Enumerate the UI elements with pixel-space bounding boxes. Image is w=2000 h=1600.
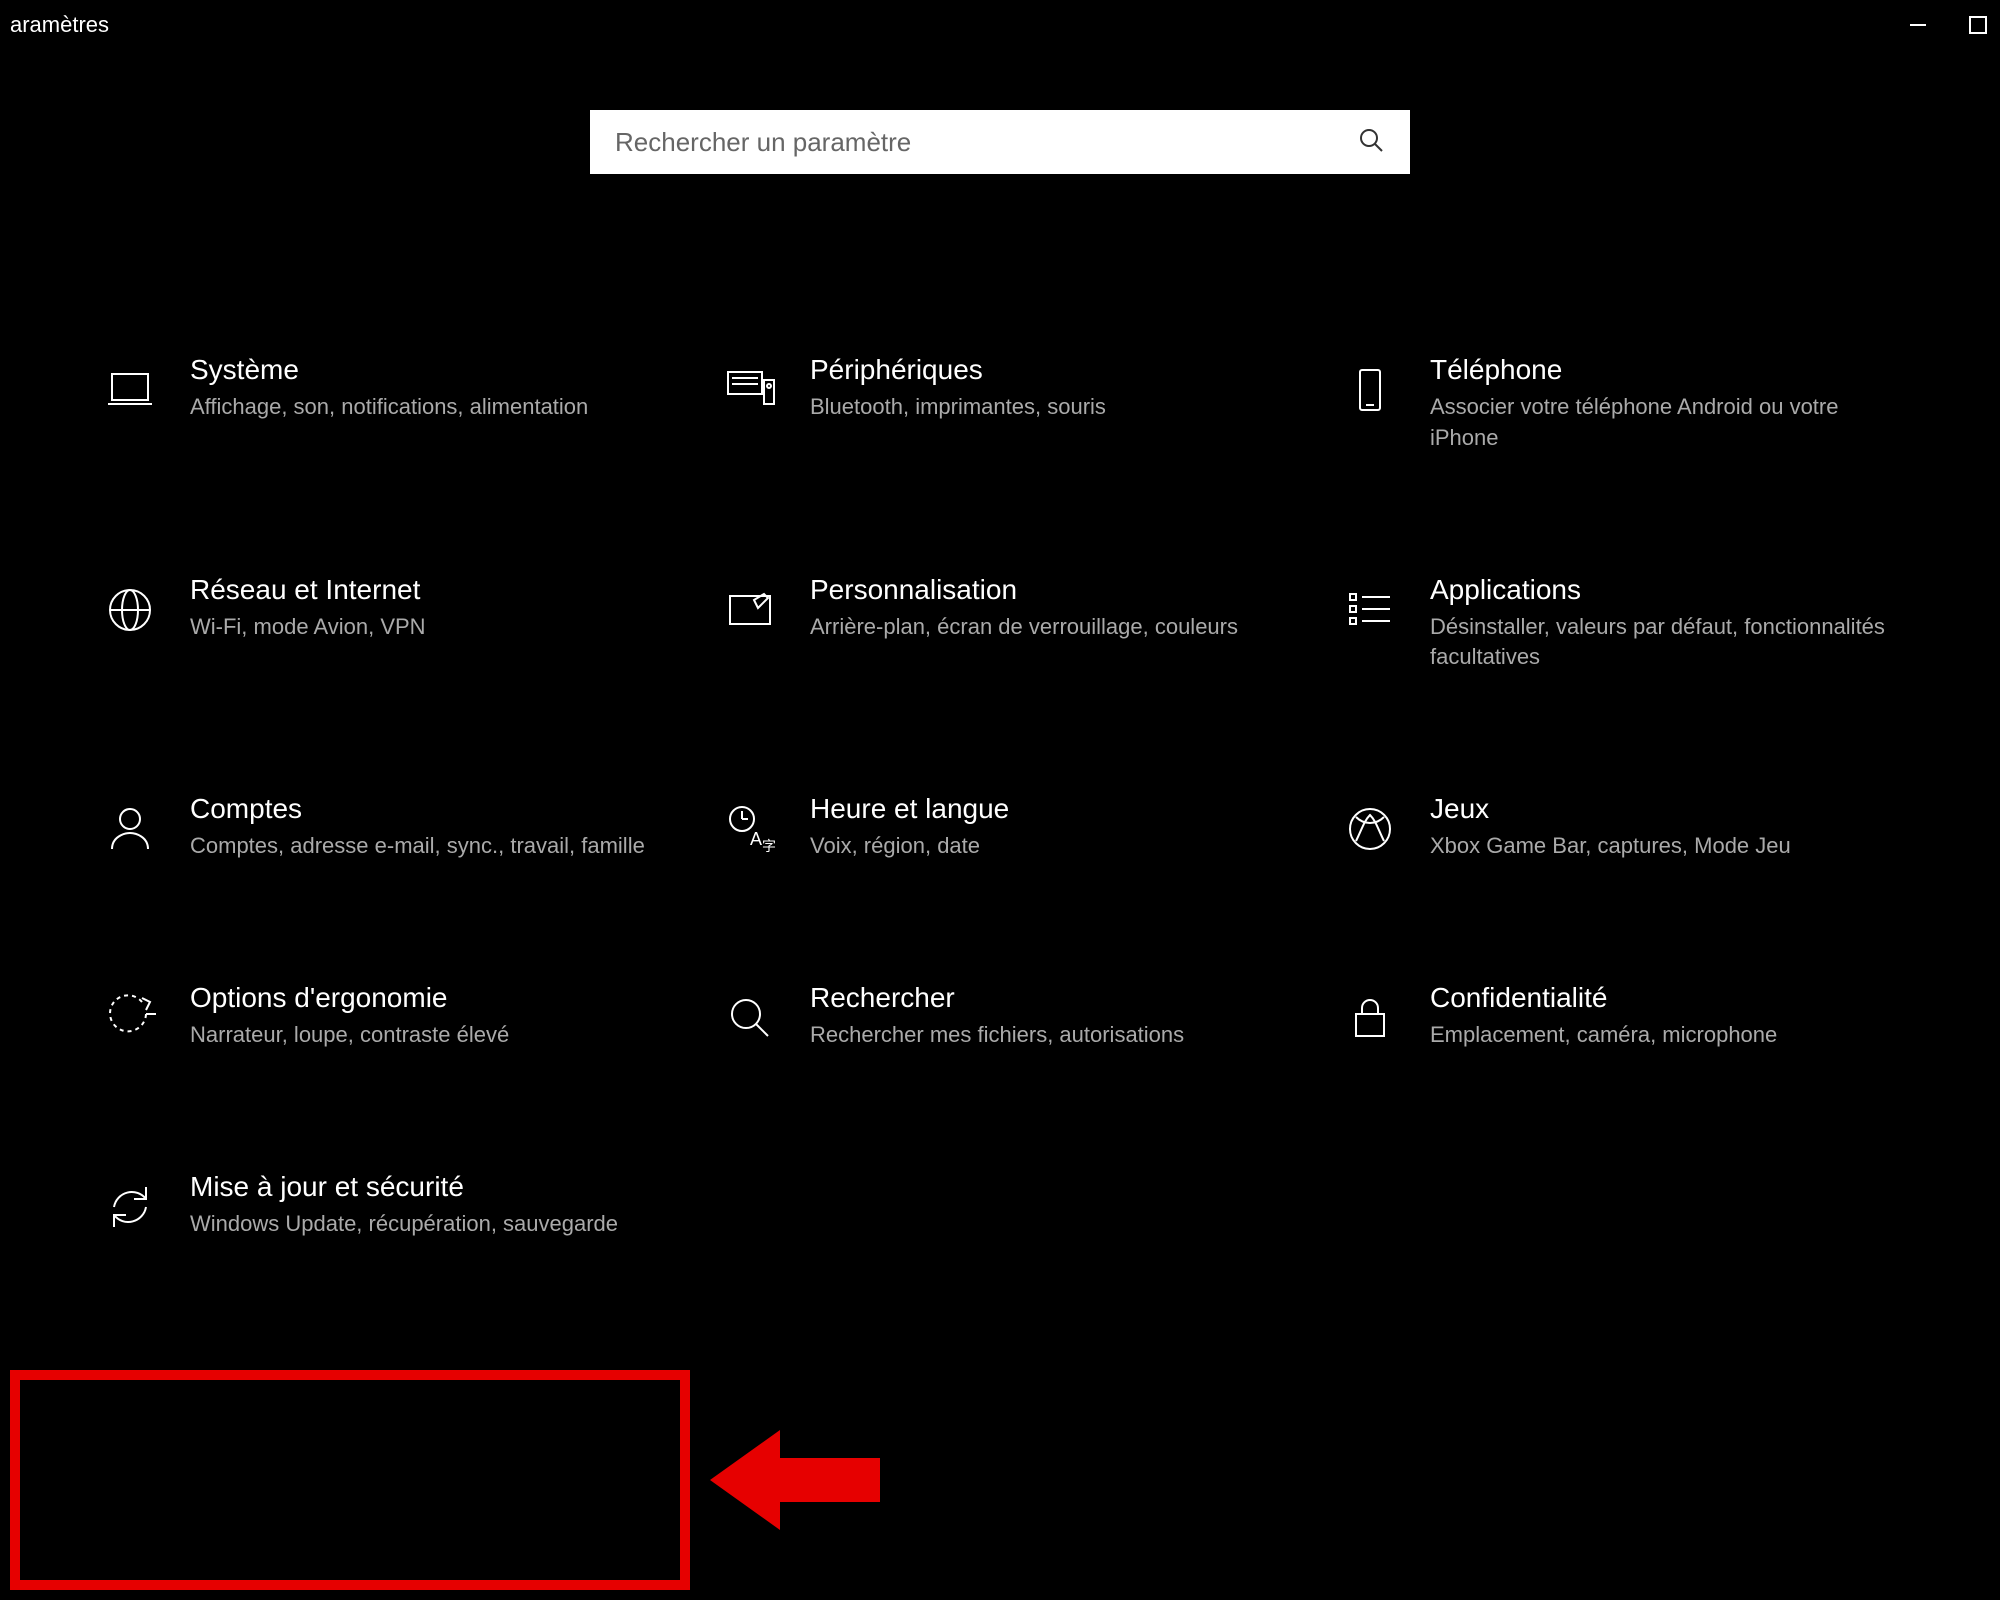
category-desc: Arrière-plan, écran de verrouillage, cou… <box>810 612 1280 643</box>
highlight-annotation <box>10 1370 690 1590</box>
category-title: Jeux <box>1430 793 1900 825</box>
globe-icon <box>100 580 160 640</box>
category-title: Personnalisation <box>810 574 1280 606</box>
category-accounts[interactable]: Comptes Comptes, adresse e-mail, sync., … <box>100 793 660 862</box>
category-desc: Windows Update, récupération, sauvegarde <box>190 1209 660 1240</box>
category-title: Téléphone <box>1430 354 1900 386</box>
category-title: Heure et langue <box>810 793 1280 825</box>
category-title: Comptes <box>190 793 660 825</box>
magnifier-icon <box>720 988 780 1048</box>
apps-icon <box>1340 580 1400 640</box>
category-desc: Xbox Game Bar, captures, Mode Jeu <box>1430 831 1900 862</box>
time-lang-icon: A字 <box>720 799 780 859</box>
person-icon <box>100 799 160 859</box>
window-controls <box>1906 13 1990 37</box>
maximize-button[interactable] <box>1966 13 1990 37</box>
category-phone[interactable]: Téléphone Associer votre téléphone Andro… <box>1340 354 1900 454</box>
lock-icon <box>1340 988 1400 1048</box>
category-time-language[interactable]: A字 Heure et langue Voix, région, date <box>720 793 1280 862</box>
category-privacy[interactable]: Confidentialité Emplacement, caméra, mic… <box>1340 982 1900 1051</box>
category-title: Applications <box>1430 574 1900 606</box>
xbox-icon <box>1340 799 1400 859</box>
category-desc: Associer votre téléphone Android ou votr… <box>1430 392 1900 454</box>
category-ease-of-access[interactable]: Options d'ergonomie Narrateur, loupe, co… <box>100 982 660 1051</box>
settings-grid: Système Affichage, son, notifications, a… <box>0 174 2000 1240</box>
search-box[interactable] <box>590 110 1410 174</box>
phone-icon <box>1340 360 1400 420</box>
search-row <box>0 110 2000 174</box>
category-personalization[interactable]: Personnalisation Arrière-plan, écran de … <box>720 574 1280 674</box>
category-system[interactable]: Système Affichage, son, notifications, a… <box>100 354 660 454</box>
laptop-icon <box>100 360 160 420</box>
category-title: Système <box>190 354 660 386</box>
category-title: Options d'ergonomie <box>190 982 660 1014</box>
category-desc: Désinstaller, valeurs par défaut, foncti… <box>1430 612 1900 674</box>
category-desc: Voix, région, date <box>810 831 1280 862</box>
category-desc: Narrateur, loupe, contraste élevé <box>190 1020 660 1051</box>
category-title: Confidentialité <box>1430 982 1900 1014</box>
search-icon <box>1357 126 1385 159</box>
arrow-annotation <box>710 1420 890 1545</box>
svg-text:A: A <box>750 829 762 849</box>
category-title: Réseau et Internet <box>190 574 660 606</box>
category-gaming[interactable]: Jeux Xbox Game Bar, captures, Mode Jeu <box>1340 793 1900 862</box>
personalize-icon <box>720 580 780 640</box>
category-network[interactable]: Réseau et Internet Wi-Fi, mode Avion, VP… <box>100 574 660 674</box>
minimize-button[interactable] <box>1906 13 1930 37</box>
category-desc: Bluetooth, imprimantes, souris <box>810 392 1280 423</box>
category-title: Rechercher <box>810 982 1280 1014</box>
titlebar: aramètres <box>0 0 2000 50</box>
category-desc: Affichage, son, notifications, alimentat… <box>190 392 660 423</box>
search-input[interactable] <box>615 127 1357 158</box>
update-icon <box>100 1177 160 1237</box>
svg-text:字: 字 <box>762 838 776 854</box>
category-update-security[interactable]: Mise à jour et sécurité Windows Update, … <box>100 1171 660 1240</box>
window-title: aramètres <box>10 12 109 38</box>
category-desc: Comptes, adresse e-mail, sync., travail,… <box>190 831 660 862</box>
category-desc: Emplacement, caméra, microphone <box>1430 1020 1900 1051</box>
category-desc: Wi-Fi, mode Avion, VPN <box>190 612 660 643</box>
category-title: Périphériques <box>810 354 1280 386</box>
category-apps[interactable]: Applications Désinstaller, valeurs par d… <box>1340 574 1900 674</box>
category-devices[interactable]: Périphériques Bluetooth, imprimantes, so… <box>720 354 1280 454</box>
category-desc: Rechercher mes fichiers, autorisations <box>810 1020 1280 1051</box>
category-title: Mise à jour et sécurité <box>190 1171 660 1203</box>
keyboard-icon <box>720 360 780 420</box>
ease-icon <box>100 988 160 1048</box>
category-search[interactable]: Rechercher Rechercher mes fichiers, auto… <box>720 982 1280 1051</box>
